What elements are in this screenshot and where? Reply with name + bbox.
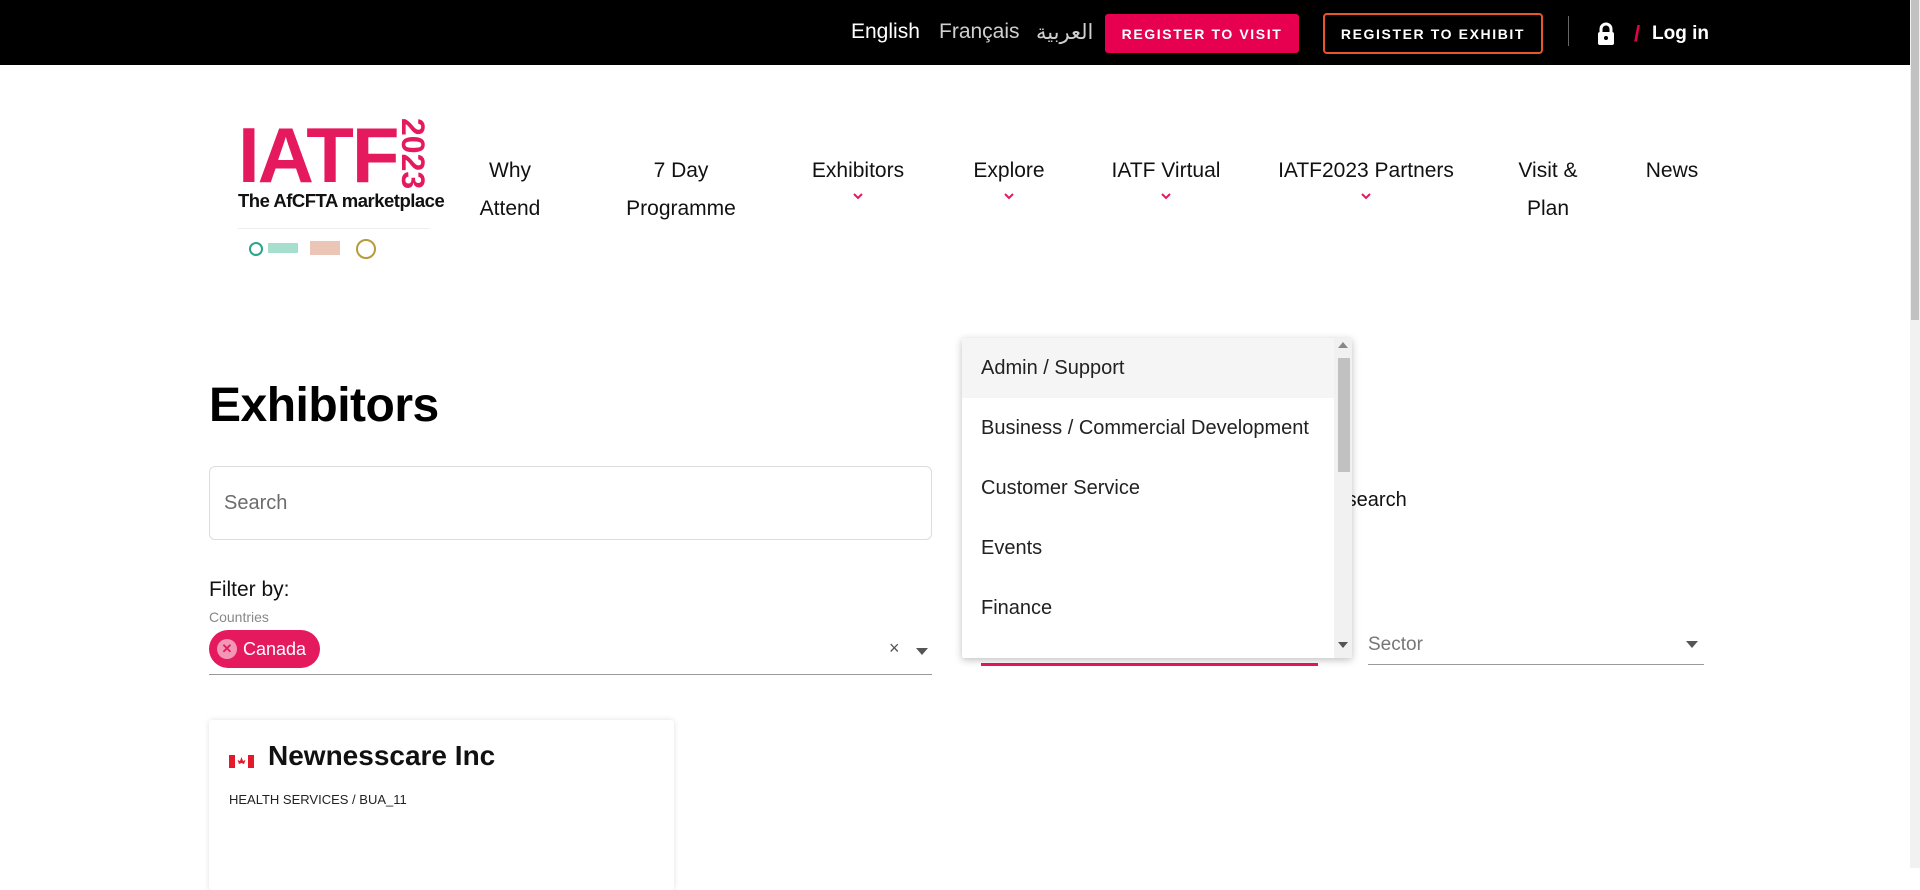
chevron-down-icon bbox=[1361, 193, 1371, 200]
nav-7-day-programme[interactable]: 7 Day Programme bbox=[620, 152, 742, 228]
dropdown-option[interactable]: Customer Service bbox=[962, 458, 1334, 518]
page-title: Exhibitors bbox=[209, 379, 439, 432]
topbar-divider bbox=[1568, 16, 1569, 46]
chevron-down-icon bbox=[1004, 193, 1014, 200]
dropdown-menu: Admin / Support Business / Commercial De… bbox=[962, 338, 1352, 658]
page-scroll-thumb[interactable] bbox=[1911, 0, 1919, 320]
nav-iatf2023-partners[interactable]: IATF2023 Partners bbox=[1276, 152, 1456, 202]
scroll-down-icon[interactable] bbox=[1338, 642, 1348, 648]
dropdown-scrollbar[interactable] bbox=[1334, 338, 1352, 658]
register-to-exhibit-button[interactable]: REGISTER TO EXHIBIT bbox=[1323, 13, 1543, 54]
exhibitor-card[interactable]: Newnesscare Inc HEALTH SERVICES / BUA_11 bbox=[209, 720, 674, 890]
login-link[interactable]: Log in bbox=[1652, 23, 1709, 45]
login-slash: / bbox=[1634, 21, 1641, 46]
sector-placeholder: Sector bbox=[1368, 634, 1423, 655]
nav-label: Exhibitors bbox=[811, 159, 905, 182]
nav-visit-plan[interactable]: Visit & Plan bbox=[1512, 152, 1584, 228]
dropdown-option[interactable]: Admin / Support bbox=[962, 338, 1334, 398]
lock-icon bbox=[1598, 22, 1614, 45]
caret-down-icon[interactable] bbox=[916, 648, 928, 655]
page-scrollbar[interactable] bbox=[1910, 0, 1920, 868]
lang-english[interactable]: English bbox=[851, 20, 920, 44]
countries-select[interactable]: ✕ Canada × bbox=[209, 628, 932, 675]
sector-select[interactable]: Sector bbox=[1368, 622, 1704, 665]
country-chip-canada: ✕ Canada bbox=[209, 630, 320, 668]
chevron-down-icon bbox=[1161, 193, 1171, 200]
nav-label: News bbox=[1645, 159, 1699, 182]
lang-french[interactable]: Français bbox=[939, 20, 1020, 44]
dropdown-option[interactable]: Business / Commercial Development bbox=[962, 398, 1334, 458]
logo-wordmark: IATF bbox=[238, 111, 400, 199]
chevron-down-icon bbox=[853, 193, 863, 200]
lang-arabic[interactable]: العربية bbox=[1036, 20, 1093, 45]
remove-chip-icon[interactable]: ✕ bbox=[217, 639, 237, 659]
nav-label: IATF Virtual bbox=[1111, 159, 1221, 182]
search-input[interactable] bbox=[209, 466, 932, 540]
logo-tagline: The AfCFTA marketplace bbox=[238, 190, 445, 211]
caret-down-icon[interactable] bbox=[1686, 641, 1698, 648]
nav-exhibitors[interactable]: Exhibitors bbox=[808, 152, 908, 202]
chip-label: Canada bbox=[243, 638, 307, 659]
nav-iatf-virtual[interactable]: IATF Virtual bbox=[1108, 152, 1224, 202]
dropdown-option[interactable]: Events bbox=[962, 518, 1334, 578]
register-to-visit-button[interactable]: REGISTER TO VISIT bbox=[1105, 14, 1299, 53]
partner-logos bbox=[238, 228, 430, 264]
active-field-underline bbox=[981, 663, 1318, 666]
canada-flag-icon bbox=[229, 755, 254, 768]
dropdown-option[interactable]: Finance bbox=[962, 578, 1334, 638]
countries-label: Countries bbox=[209, 609, 269, 625]
nav-label: Why Attend bbox=[479, 159, 541, 220]
nav-label: Explore bbox=[973, 159, 1045, 182]
top-bar: English Français العربية REGISTER TO VIS… bbox=[0, 0, 1920, 65]
dropdown-scroll-thumb[interactable] bbox=[1338, 358, 1350, 472]
clear-icon[interactable]: × bbox=[889, 638, 900, 659]
partner-logos-graphic bbox=[249, 239, 376, 259]
nav-label: IATF2023 Partners bbox=[1278, 159, 1454, 182]
nav-why-attend[interactable]: Why Attend bbox=[470, 152, 550, 228]
exhibitor-name[interactable]: Newnesscare Inc bbox=[268, 740, 495, 772]
nav-label: 7 Day Programme bbox=[626, 159, 736, 220]
nav-label: Visit & Plan bbox=[1518, 159, 1578, 220]
logo-year: 2023 bbox=[395, 118, 431, 190]
nav-explore[interactable]: Explore bbox=[964, 152, 1054, 202]
exhibitor-subtitle: HEALTH SERVICES / BUA_11 bbox=[229, 792, 407, 807]
iatf-logo[interactable]: IATF 2023 The AfCFTA marketplace bbox=[238, 111, 445, 264]
nav-news[interactable]: News bbox=[1644, 152, 1700, 190]
filter-by-label: Filter by: bbox=[209, 578, 290, 601]
scroll-up-icon[interactable] bbox=[1338, 342, 1348, 348]
